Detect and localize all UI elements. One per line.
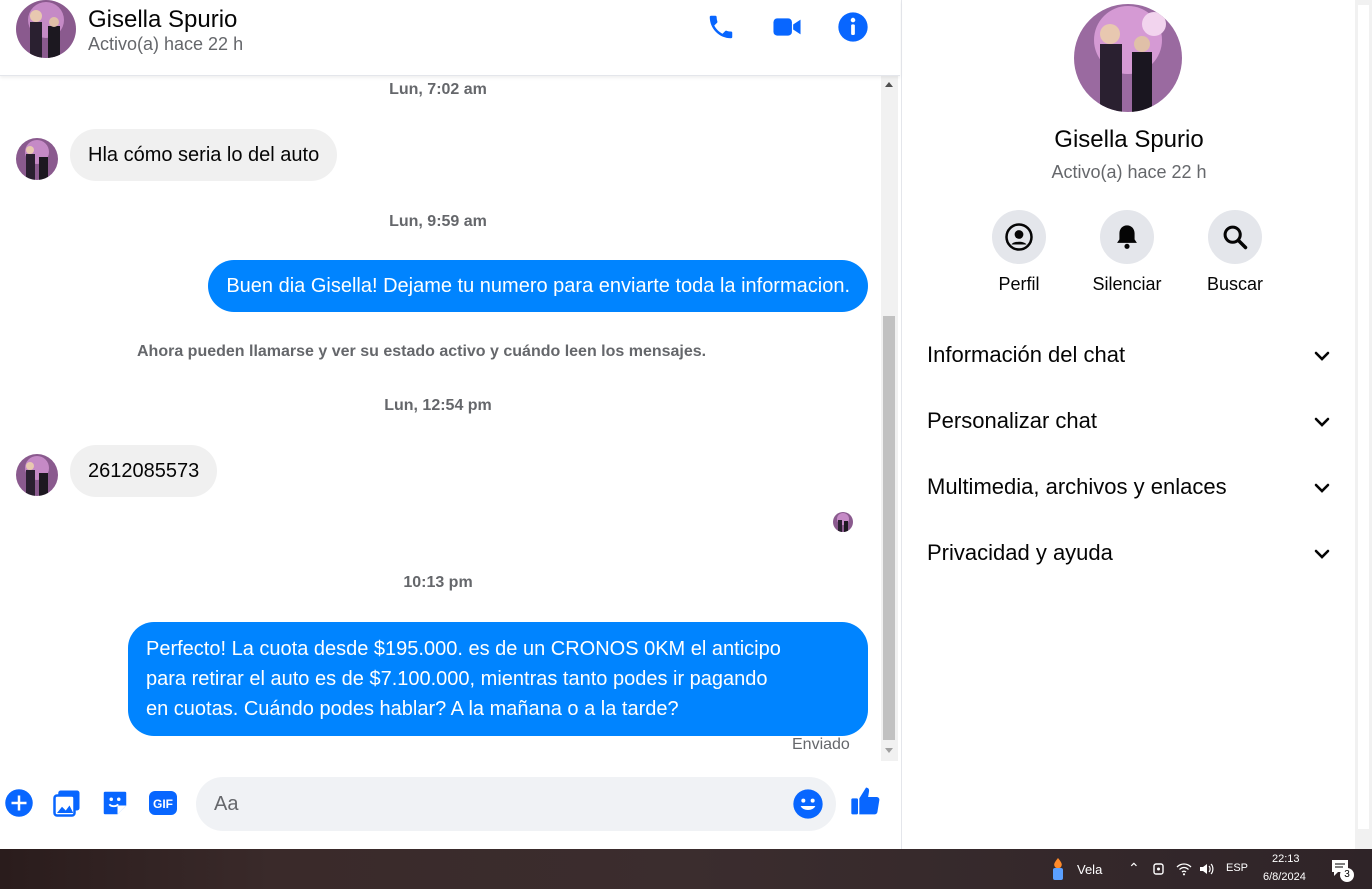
meet-now-icon[interactable]	[1152, 861, 1166, 882]
section-label: Información del chat	[927, 342, 1126, 367]
wifi-icon[interactable]	[1176, 862, 1192, 881]
photo-icon	[53, 790, 80, 817]
action-label: Silenciar	[1092, 274, 1162, 294]
input-language[interactable]: ESP	[1226, 862, 1248, 874]
profile-action[interactable]: Perfil	[974, 210, 1064, 295]
video-call-button[interactable]	[770, 10, 804, 44]
candle-icon	[1053, 858, 1063, 880]
search-icon	[1223, 225, 1248, 250]
chat-column: Gisella Spurio Activo(a) hace 22 h Lun, …	[0, 0, 900, 849]
scroll-up-arrow[interactable]	[885, 82, 893, 87]
message-input[interactable]	[214, 789, 774, 819]
scroll-thumb[interactable]	[883, 316, 895, 740]
message-list[interactable]: Lun, 7:02 am Hla cómo seria lo del auto …	[0, 76, 880, 761]
message-line: en cuotas. Cuándo podes hablar? A la mañ…	[146, 698, 679, 720]
message-timestamp: Lun, 9:59 am	[389, 213, 487, 230]
page-scroll-thumb[interactable]	[1357, 4, 1370, 830]
plus-icon	[5, 789, 33, 817]
weather-label: Vela	[1077, 862, 1103, 877]
volume-icon[interactable]	[1198, 861, 1216, 882]
section-customize-chat[interactable]: Personalizar chat	[912, 394, 1342, 450]
section-label: Multimedia, archivos y enlaces	[927, 474, 1227, 499]
profile-name: Gisella Spurio	[1054, 126, 1204, 153]
more-actions-button[interactable]	[3, 787, 35, 819]
windows-taskbar: Vela ⌃ ESP 22:13 6/8/2024 3	[0, 849, 1372, 889]
chevron-down-icon	[1314, 351, 1330, 361]
chevron-down-icon	[1314, 549, 1330, 559]
chevron-down-icon	[1314, 417, 1330, 427]
message-scrollbar[interactable]	[881, 76, 898, 761]
mute-action[interactable]: Silenciar	[1082, 210, 1172, 295]
section-label: Personalizar chat	[927, 408, 1097, 433]
attach-photo-button[interactable]	[51, 787, 83, 819]
message-input-box[interactable]	[196, 777, 836, 831]
message-timestamp: Lun, 12:54 pm	[384, 397, 492, 414]
notifications-button[interactable]: 3	[1330, 858, 1354, 883]
message-timestamp: 10:13 pm	[403, 574, 473, 591]
sender-avatar[interactable]	[16, 454, 58, 496]
delivery-status: Enviado	[792, 736, 850, 753]
incoming-message[interactable]: 2612085573	[70, 445, 218, 497]
tray-expand-icon[interactable]: ⌃	[1128, 860, 1140, 877]
contact-avatar[interactable]	[16, 0, 76, 58]
weather-widget[interactable]	[1048, 857, 1068, 886]
notification-count: 3	[1340, 868, 1354, 882]
section-media-files-links[interactable]: Multimedia, archivos y enlaces	[912, 460, 1342, 516]
conversation-details-panel: Gisella Spurio Activo(a) hace 22 h Perfi…	[901, 0, 1355, 849]
sticker-icon	[103, 791, 127, 815]
seen-indicator-avatar	[833, 512, 853, 532]
outgoing-message[interactable]: Perfecto! La cuota desde $195.000. es de…	[128, 622, 868, 736]
clock-date[interactable]: 6/8/2024	[1263, 871, 1306, 883]
section-chat-info[interactable]: Información del chat	[912, 328, 1342, 384]
chat-header: Gisella Spurio Activo(a) hace 22 h	[0, 0, 900, 76]
section-label: Privacidad y ayuda	[927, 540, 1113, 565]
video-icon	[773, 18, 801, 36]
outgoing-message[interactable]: Buen dia Gisella! Dejame tu numero para …	[208, 260, 868, 312]
action-label: Buscar	[1206, 274, 1264, 294]
action-label: Perfil	[998, 274, 1040, 294]
incoming-message[interactable]: Hla cómo seria lo del auto	[70, 129, 338, 181]
profile-icon	[1005, 223, 1033, 251]
conversation-info-button[interactable]	[836, 10, 870, 44]
chevron-down-icon	[1314, 483, 1330, 493]
composer: GIF	[0, 761, 900, 849]
contact-name[interactable]: Gisella Spurio	[88, 6, 237, 34]
message-line: para retirar el auto es de $7.100.000, m…	[146, 668, 768, 690]
system-notice: Ahora pueden llamarse y ver su estado ac…	[137, 343, 707, 360]
sticker-button[interactable]	[99, 787, 131, 819]
search-action[interactable]: Buscar	[1190, 210, 1280, 295]
phone-icon	[709, 15, 733, 39]
gif-icon: GIF	[149, 791, 177, 815]
sender-avatar[interactable]	[16, 138, 58, 180]
contact-status: Activo(a) hace 22 h	[88, 34, 244, 54]
bell-icon	[1117, 225, 1137, 249]
info-icon	[838, 12, 868, 42]
section-privacy-help[interactable]: Privacidad y ayuda	[912, 526, 1342, 582]
send-like-button[interactable]	[850, 785, 882, 817]
svg-text:GIF: GIF	[153, 797, 173, 811]
message-line: Perfecto! La cuota desde $195.000. es de…	[146, 638, 781, 660]
profile-avatar-large[interactable]	[1074, 4, 1182, 112]
emoji-button[interactable]	[792, 788, 824, 825]
message-timestamp: Lun, 7:02 am	[389, 81, 487, 98]
profile-status: Activo(a) hace 22 h	[1051, 162, 1207, 182]
page-scrollbar[interactable]	[1355, 0, 1372, 849]
gif-button[interactable]: GIF	[147, 787, 179, 819]
clock-time[interactable]: 22:13	[1272, 853, 1300, 865]
messenger-app: Gisella Spurio Activo(a) hace 22 h Lun, …	[0, 0, 1372, 849]
scroll-down-arrow[interactable]	[885, 748, 893, 753]
voice-call-button[interactable]	[704, 10, 738, 44]
thumbs-up-icon	[851, 787, 880, 815]
emoji-icon	[793, 789, 823, 819]
